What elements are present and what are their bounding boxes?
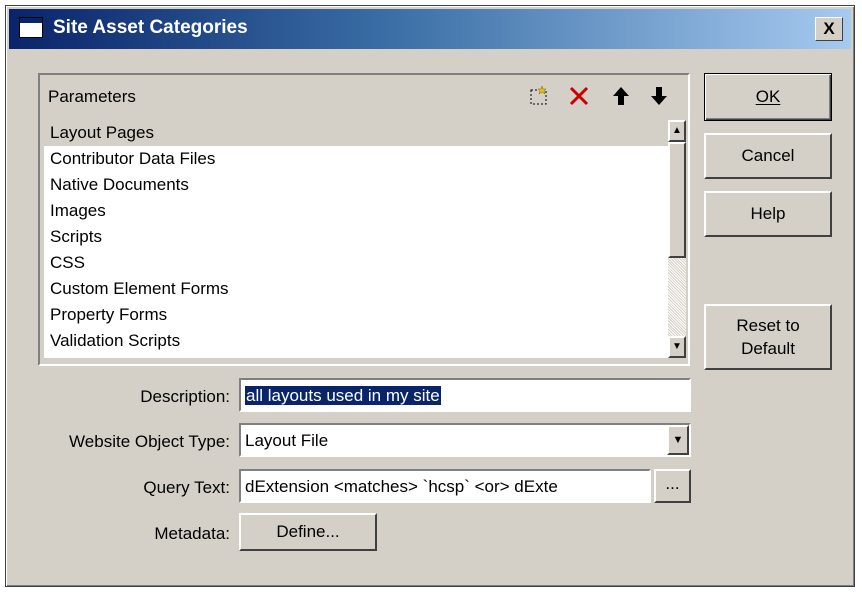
parameters-panel: Parameters Layout Pages Contributor Data… [38, 73, 690, 366]
scroll-down-icon[interactable]: ▼ [668, 336, 686, 358]
metadata-label: Metadata: [154, 524, 230, 543]
query-browse-button[interactable]: ... [654, 469, 691, 503]
list-item[interactable]: Scripts [44, 224, 668, 250]
move-up-icon[interactable] [608, 83, 634, 109]
list-item[interactable]: Custom Element Forms [44, 276, 668, 302]
close-button[interactable]: X [815, 17, 843, 41]
scroll-up-icon[interactable]: ▲ [668, 120, 686, 142]
description-label: Description: [140, 387, 230, 406]
list-item[interactable]: CSS [44, 250, 668, 276]
chevron-down-icon[interactable]: ▼ [667, 425, 689, 455]
object-type-select[interactable]: Layout File ▼ [239, 423, 691, 457]
ok-label: OK [755, 87, 781, 106]
title-bar[interactable]: Site Asset Categories X [9, 9, 851, 49]
parameters-header: Parameters [40, 75, 688, 120]
reset-to-default-button[interactable]: Reset to Default [704, 304, 832, 370]
help-label: Help [750, 204, 786, 223]
list-item[interactable]: Contributor Data Files [44, 146, 668, 172]
list-item[interactable]: Native Documents [44, 172, 668, 198]
cancel-button[interactable]: Cancel [704, 133, 832, 179]
list-item[interactable]: Layout Pages [44, 120, 668, 146]
reset-label-line1: Reset to [736, 316, 800, 335]
delete-icon[interactable] [566, 83, 592, 109]
site-asset-categories-dialog: Site Asset Categories X Parameters Layou… [5, 5, 855, 587]
window-icon [19, 17, 43, 38]
scroll-thumb[interactable] [668, 142, 686, 258]
define-metadata-button[interactable]: Define... [239, 513, 377, 551]
query-text-value: dExtension <matches> `hcsp` <or> dExte [245, 477, 558, 496]
list-item[interactable]: Property Forms [44, 302, 668, 328]
object-type-label: Website Object Type: [69, 432, 230, 451]
ok-button[interactable]: OK [704, 73, 832, 121]
list-item[interactable]: Validation Scripts [44, 328, 668, 354]
reset-label-line2: Default [741, 339, 795, 358]
query-text-field[interactable]: dExtension <matches> `hcsp` <or> dExte [239, 469, 651, 503]
query-text-label: Query Text: [143, 478, 230, 497]
description-value: all layouts used in my site [245, 386, 441, 405]
parameters-list[interactable]: Layout Pages Contributor Data Files Nati… [44, 120, 668, 358]
list-item[interactable]: Images [44, 198, 668, 224]
parameters-label: Parameters [48, 87, 136, 106]
list-scrollbar[interactable]: ▲ ▼ [668, 120, 686, 358]
new-item-icon[interactable] [526, 83, 552, 109]
object-type-value: Layout File [245, 431, 329, 450]
move-down-icon[interactable] [646, 83, 672, 109]
help-button[interactable]: Help [704, 191, 832, 237]
cancel-label: Cancel [741, 146, 795, 165]
description-field[interactable]: all layouts used in my site [239, 378, 691, 412]
window-title: Site Asset Categories [53, 17, 248, 38]
